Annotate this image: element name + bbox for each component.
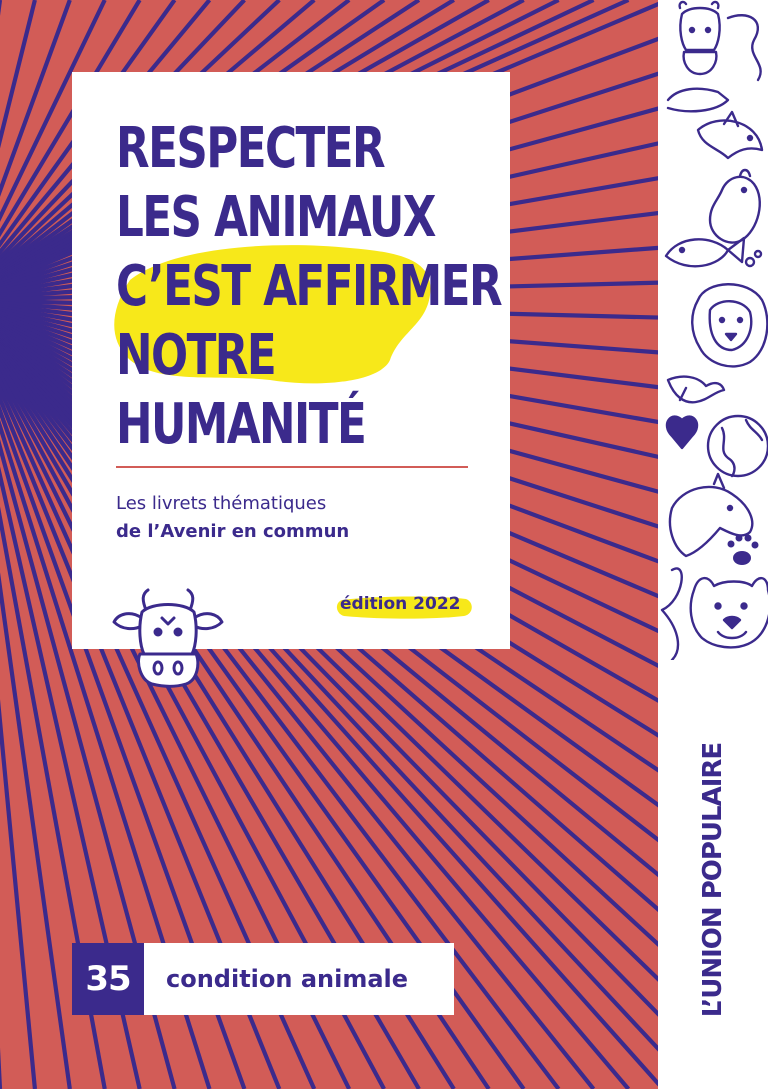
title-line-2: LES ANIMAUX [116, 185, 436, 250]
hand-doodle-icon [666, 87, 730, 113]
subtitle-line-1: Les livrets thématiques [116, 493, 327, 514]
topic-label: condition animale [144, 943, 454, 1015]
globe-doodle-icon [706, 414, 768, 478]
title-card: RESPECTER LES ANIMAUX C’EST AFFIRMER NOT… [72, 72, 510, 649]
title-line-4: NOTRE [116, 323, 277, 388]
organization-name: L’UNION POPULAIRE [698, 742, 728, 1018]
lion-doodle-icon [691, 283, 768, 368]
fish-doodle-icon [664, 236, 763, 268]
animal-doodle-column [660, 0, 768, 660]
edition-label: édition 2022 [340, 594, 461, 614]
chicken-doodle-icon [708, 168, 761, 244]
title-line-3: C’EST AFFIRMER [116, 254, 503, 319]
cow-icon [112, 588, 224, 688]
booklet-number: 35 [72, 943, 144, 1015]
bird-doodle-icon [666, 375, 726, 404]
title-line-5: HUMANITÉ [116, 392, 367, 457]
title-divider [116, 466, 468, 468]
heart-doodle-icon [665, 415, 699, 450]
dolphin-doodle-icon [696, 110, 764, 160]
side-strip: L’UNION POPULAIRE [658, 0, 768, 1089]
paw-print-icon [727, 534, 759, 565]
dog-doodle-icon [660, 567, 768, 660]
cover-title: RESPECTER LES ANIMAUX C’EST AFFIRMER NOT… [116, 114, 503, 459]
cow-doodle-icon [678, 0, 762, 82]
subtitle-line-2: de l’Avenir en commun [116, 521, 350, 542]
horse-doodle-icon [668, 472, 754, 558]
series-subtitle: Les livrets thématiques de l’Avenir en c… [116, 490, 349, 546]
title-line-1: RESPECTER [116, 116, 386, 181]
